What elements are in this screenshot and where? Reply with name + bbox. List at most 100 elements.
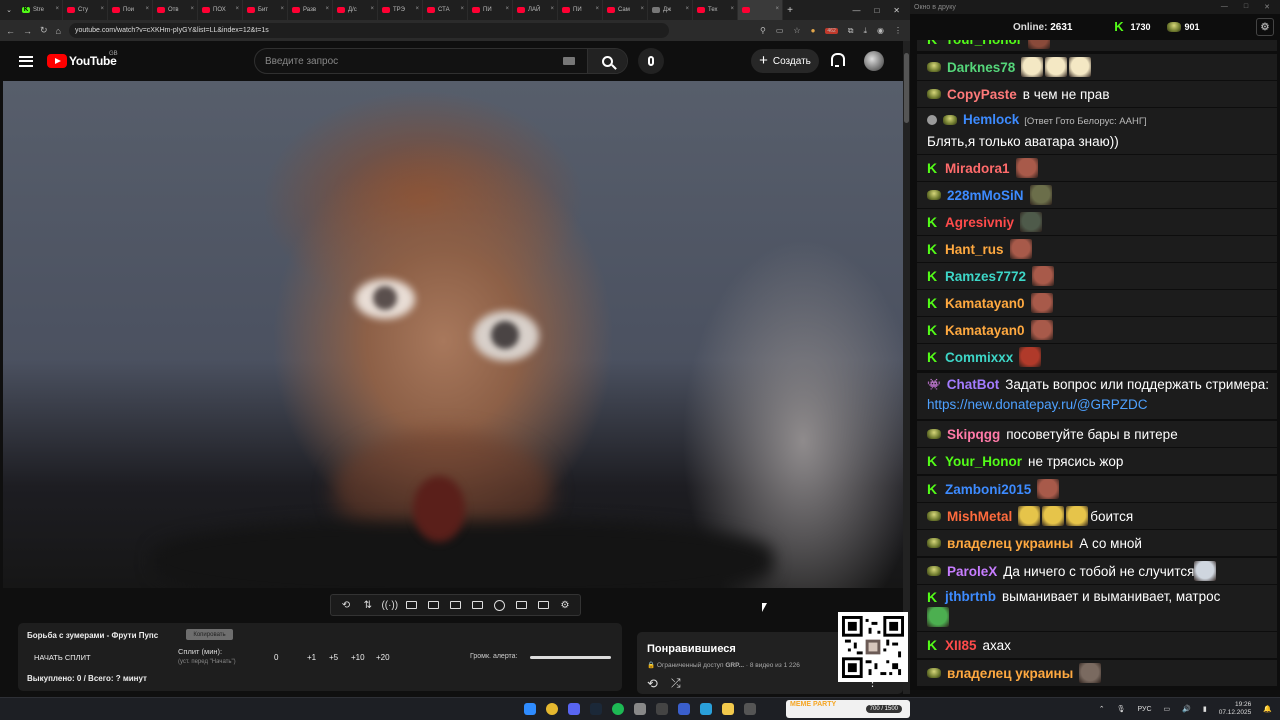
chat-message[interactable]: K Hant_rus [917, 236, 1277, 262]
tab-close-icon[interactable]: × [145, 6, 149, 12]
tab-close-icon[interactable]: × [325, 6, 329, 12]
telegram-icon[interactable] [700, 703, 712, 715]
tab-close-icon[interactable]: × [415, 6, 419, 12]
chat-message[interactable]: K Miradora1 [917, 155, 1277, 181]
hamburger-menu-icon[interactable] [19, 55, 33, 67]
tab-close-icon[interactable]: × [280, 6, 284, 12]
increment-button[interactable]: +20 [376, 653, 390, 662]
chat-username[interactable]: Kamatayan0 [945, 317, 1025, 344]
tab-close-icon[interactable]: × [775, 6, 779, 12]
page-scrollbar[interactable] [903, 41, 910, 694]
puzzle-icon[interactable]: ⧉ [848, 26, 854, 36]
notifications-bell-icon[interactable] [830, 53, 845, 67]
chat-message[interactable]: 228mMoSiN [917, 182, 1277, 208]
chat-reply-reference[interactable]: [Ответ Гото Белорус: ААНГ] [1024, 116, 1146, 127]
app-icon[interactable] [634, 703, 646, 715]
chat-message[interactable]: Darknes78 [917, 54, 1277, 80]
chat-username[interactable]: Agresivniy [945, 209, 1014, 236]
tab-close-icon[interactable]: × [235, 6, 239, 12]
increment-button[interactable]: +10 [351, 653, 365, 662]
search-input[interactable] [255, 55, 563, 67]
keyboard-icon[interactable] [563, 57, 575, 65]
browser-tab[interactable]: Разв × [288, 0, 333, 20]
chat-message[interactable]: K Zamboni2015 [917, 476, 1277, 502]
theater-icon[interactable] [427, 599, 441, 611]
reload-icon[interactable]: ↻ [40, 25, 48, 36]
browser-tab[interactable]: Отв × [153, 0, 198, 20]
browser-tab[interactable]: Сту × [63, 0, 108, 20]
chrome-icon[interactable] [546, 703, 558, 715]
sort-icon[interactable]: ⇅ [361, 599, 375, 611]
voice-search-button[interactable] [638, 48, 664, 74]
increment-button[interactable]: +5 [329, 653, 338, 662]
chat-username[interactable]: Commixxx [945, 344, 1013, 371]
chat-username[interactable]: 228mMoSiN [947, 182, 1024, 209]
chat-username[interactable]: XII85 [945, 632, 977, 659]
cast-icon[interactable]: ▭ [776, 26, 784, 36]
tray-chevron-icon[interactable]: ⌃ [1099, 705, 1105, 713]
chat-username[interactable]: Your_Honor [945, 448, 1022, 475]
chat-username[interactable]: владелец украины [947, 530, 1073, 557]
browser-tab[interactable]: Дж × [648, 0, 693, 20]
search-button[interactable] [587, 49, 627, 73]
meme-party-widget[interactable]: MEME PARTY 700 / 1500 [786, 700, 910, 718]
loop-icon[interactable]: ⟲ [339, 599, 353, 611]
notifications-icon[interactable]: 🔔 [1263, 705, 1272, 713]
chat-message[interactable]: Kjthbrtnb выманивает и выманивает, матрос [917, 585, 1277, 631]
browser-tab[interactable]: Д/с × [333, 0, 378, 20]
bookmark-star-icon[interactable]: ☆ [793, 26, 800, 36]
chat-link[interactable]: https://new.donatepay.ru/@GRPZDC [927, 397, 1148, 412]
copy-button[interactable]: Копировать [186, 629, 233, 640]
battery-icon[interactable]: ▮ [1203, 705, 1207, 713]
browser-tab[interactable]: × [738, 0, 783, 20]
browser-tab[interactable]: ПИ × [468, 0, 513, 20]
chat-message[interactable]: MishMetal боится [917, 503, 1277, 529]
screen-record-icon[interactable] [405, 599, 419, 611]
chat-message[interactable]: K Kamatayan0 [917, 317, 1277, 343]
chat-message[interactable]: K Commixxx [917, 344, 1277, 370]
settings-gear-icon[interactable]: ⚙ [558, 599, 572, 611]
chat-message[interactable]: владелец украины А со мной [917, 530, 1277, 556]
crop-icon[interactable] [448, 599, 462, 611]
film-icon[interactable] [470, 599, 484, 611]
spotify-icon[interactable] [612, 703, 624, 715]
chat-message-list[interactable]: KYour_HonorDarknes78CopyPasteв чем не пр… [910, 40, 1280, 690]
account-avatar[interactable] [864, 51, 884, 71]
close-icon[interactable]: ✕ [1264, 3, 1270, 11]
chat-message[interactable]: K XII85 ахах [917, 632, 1277, 658]
forward-icon[interactable]: → [23, 26, 32, 36]
steam-icon[interactable] [590, 703, 602, 715]
chat-username[interactable]: Zamboni2015 [945, 476, 1031, 503]
chat-message[interactable]: K Kamatayan0 [917, 290, 1277, 316]
tab-close-icon[interactable]: × [100, 6, 104, 12]
scrollbar-thumb[interactable] [904, 53, 909, 123]
chat-username[interactable]: MishMetal [947, 503, 1012, 530]
chat-username[interactable]: Hant_rus [945, 236, 1004, 263]
chat-username[interactable]: Darknes78 [947, 54, 1015, 81]
obs-icon[interactable] [656, 703, 668, 715]
chat-username[interactable]: ChatBot [947, 377, 1000, 392]
shuffle-icon[interactable]: ⤮ [671, 676, 681, 691]
video-player[interactable] [3, 81, 903, 588]
tab-close-icon[interactable]: × [55, 6, 59, 12]
extension-badge[interactable]: 462 [825, 27, 838, 34]
tab-close-icon[interactable]: × [370, 6, 374, 12]
network-icon[interactable]: ▭ [1164, 705, 1171, 713]
add-to-queue-icon[interactable] [514, 599, 528, 611]
speed-icon[interactable] [492, 599, 506, 611]
tab-close-icon[interactable]: × [190, 6, 194, 12]
maximize-icon[interactable]: □ [874, 6, 879, 15]
home-icon[interactable]: ⌂ [56, 26, 61, 36]
tab-close-icon[interactable]: × [730, 6, 734, 12]
loop-playlist-icon[interactable]: ⟲ [647, 676, 658, 692]
chat-settings-icon[interactable]: ⚙ [1256, 18, 1274, 36]
tab-close-icon[interactable]: × [460, 6, 464, 12]
chat-username[interactable]: Miradora1 [945, 155, 1010, 182]
tab-close-icon[interactable]: × [595, 6, 599, 12]
maximize-icon[interactable]: □ [1244, 3, 1248, 11]
zoom-icon[interactable]: ⚲ [760, 26, 766, 36]
minimize-icon[interactable]: — [852, 6, 860, 15]
chat-message[interactable]: K Your_Honor не трясись жор [917, 448, 1277, 474]
browser-menu-icon[interactable]: ⋮ [894, 26, 902, 36]
volume-icon[interactable]: 🔊 [1182, 705, 1191, 713]
